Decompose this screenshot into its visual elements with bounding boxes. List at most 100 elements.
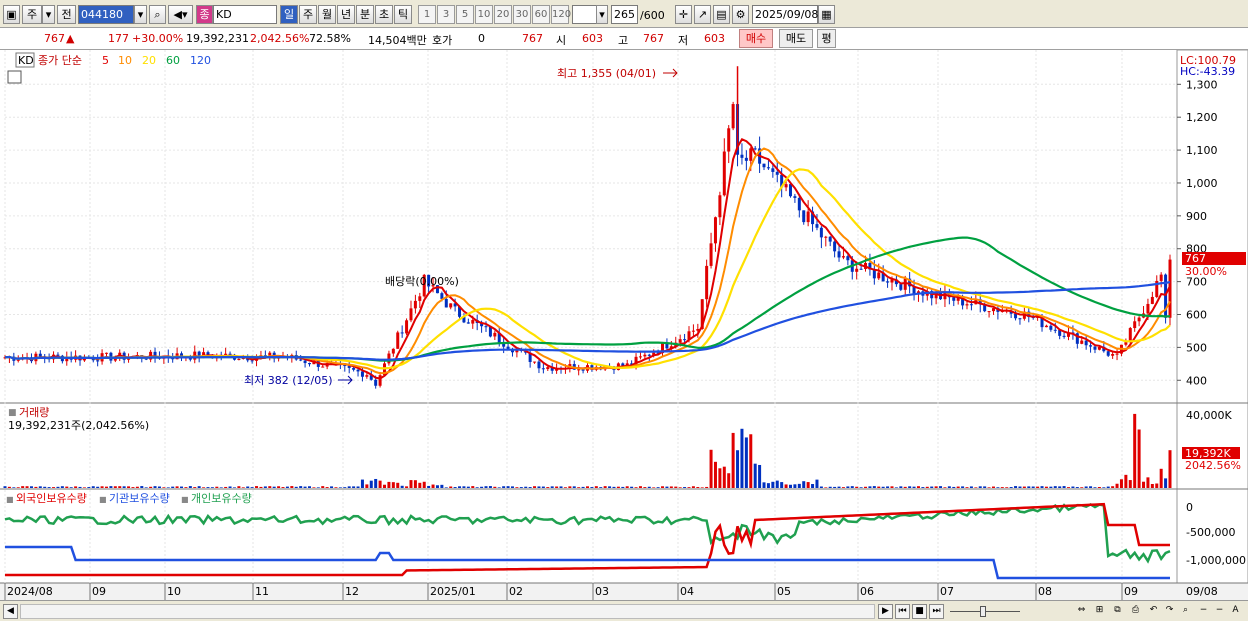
print-icon[interactable]: ⎙ — [1128, 604, 1143, 619]
interval-buttons: 1 3 5 10 20 30 60 120 — [418, 5, 571, 24]
stop-icon[interactable]: ■ — [912, 604, 927, 619]
chevron-down-icon[interactable]: ▾ — [42, 5, 55, 24]
stock-code-input[interactable]: 044180 — [78, 5, 134, 24]
volume-bar — [872, 486, 876, 488]
text-tool-icon[interactable]: A — [1228, 604, 1243, 619]
redo-icon[interactable]: ↷ — [1162, 604, 1177, 619]
code-dropdown-icon[interactable]: ▾ — [134, 5, 147, 24]
turnover-rate: 72.58% — [309, 32, 351, 45]
volume-bar — [378, 480, 382, 488]
interval-button-1[interactable]: 1 — [418, 5, 436, 24]
layout-icon[interactable]: ▣ — [3, 5, 20, 24]
change-amount: 177 — [108, 32, 129, 45]
volume-bar — [515, 487, 519, 488]
volume-bar — [21, 486, 25, 488]
zoom-in-icon[interactable]: − — [1212, 604, 1227, 619]
volume-bar — [431, 484, 435, 488]
stock-chart[interactable]: 1,3001,2001,1001,000900800700600500400KD… — [0, 50, 1248, 600]
scroll-left-icon[interactable]: ◀ — [3, 604, 18, 619]
period-tab-3[interactable]: 년 — [337, 5, 355, 24]
rewind-icon[interactable]: ⏮ — [895, 604, 910, 619]
zoom-out-icon[interactable]: − — [1196, 604, 1211, 619]
ruler-icon[interactable]: ⊞ — [1092, 604, 1107, 619]
volume-bar — [603, 486, 607, 488]
volume-bar — [577, 487, 581, 488]
volume-bar — [1159, 468, 1163, 488]
volume-bar — [484, 486, 488, 488]
volume-bar — [510, 486, 514, 488]
volume-bar — [312, 487, 316, 488]
eval-button[interactable]: 평 — [817, 29, 836, 48]
magnifier-icon[interactable]: ⌕ — [1178, 604, 1193, 619]
sell-button[interactable]: 매도 — [779, 29, 813, 48]
search-icon[interactable]: ⌕ — [149, 5, 166, 24]
volume-bar — [930, 486, 934, 488]
volume-bar — [1062, 486, 1066, 488]
candle-body — [846, 256, 850, 261]
volume-max-tick: 40,000K — [1186, 409, 1232, 422]
period-tab-6[interactable]: 틱 — [394, 5, 412, 24]
scroll-right-icon[interactable]: ▶ — [878, 604, 893, 619]
interval-button-30[interactable]: 30 — [513, 5, 531, 24]
period-tab-2[interactable]: 월 — [318, 5, 336, 24]
period-tab-1[interactable]: 주 — [299, 5, 317, 24]
hc-label: HC:-43.39 — [1180, 65, 1235, 78]
period-tab-5[interactable]: 초 — [375, 5, 393, 24]
candle-body — [1111, 354, 1115, 356]
x-tick-label: 04 — [680, 585, 694, 598]
period-tab-4[interactable]: 분 — [356, 5, 374, 24]
date-input[interactable]: 2025/09/08 — [752, 5, 818, 24]
hts-chart-window: ▣ 주 ▾ 전 044180 ▾ ⌕ ◀▾ 종 KD 일주월년분초틱 1 3 5 10… — [0, 0, 1248, 621]
volume-bar — [780, 482, 784, 488]
interval-button-10[interactable]: 10 — [475, 5, 493, 24]
volume-bar — [797, 483, 801, 488]
sound-icon[interactable]: ◀▾ — [168, 5, 193, 24]
scroll-track[interactable] — [20, 604, 875, 619]
interval-button-3[interactable]: 3 — [437, 5, 455, 24]
fit-icon[interactable]: ⇔ — [1074, 604, 1089, 619]
ma-period-10: 10 — [118, 54, 132, 67]
buy-button[interactable]: 매수 — [739, 29, 773, 48]
save-icon[interactable]: ▤ — [713, 5, 730, 24]
period-tab-0[interactable]: 일 — [280, 5, 298, 24]
candle-body — [749, 148, 753, 161]
calendar-icon[interactable]: ▦ — [818, 5, 835, 24]
low-label: 저 — [678, 34, 689, 47]
candle-body — [678, 339, 682, 343]
stock-name-field[interactable]: KD — [213, 5, 277, 24]
interval-button-60[interactable]: 60 — [532, 5, 550, 24]
candle-body — [903, 278, 907, 290]
candle-body — [1080, 340, 1084, 344]
crosshair-icon[interactable]: ✛ — [675, 5, 692, 24]
volume-bar — [347, 486, 351, 488]
volume-bar — [69, 487, 73, 488]
candle-body — [691, 330, 695, 332]
undo-icon[interactable]: ↶ — [1146, 604, 1161, 619]
volume-bar — [175, 486, 179, 488]
volume-bar — [471, 486, 475, 488]
drawing-tool-icon[interactable]: ↗ — [694, 5, 711, 24]
custom-interval-dropdown-icon[interactable]: ▾ — [596, 5, 608, 24]
volume-bar — [422, 481, 426, 488]
volume-bar — [916, 486, 920, 488]
interval-button-5[interactable]: 5 — [456, 5, 474, 24]
candle-body — [731, 104, 735, 129]
candle-body — [727, 128, 731, 152]
volume-bar — [334, 487, 338, 488]
interval-button-20[interactable]: 20 — [494, 5, 512, 24]
volume-bar — [1022, 486, 1026, 488]
candle-body — [537, 361, 541, 369]
candle-body — [740, 154, 744, 158]
candle-body — [413, 300, 417, 309]
chart-scrollbar[interactable]: ◀ ▶ ⏮ ■ ⏭ ⇔ ⊞ ⧉ ⎙ ↶ ↷ ⌕ − − A — [0, 600, 1248, 621]
count-input[interactable]: 265 — [611, 5, 638, 24]
forward-icon[interactable]: ⏭ — [929, 604, 944, 619]
volume-bar — [1119, 479, 1123, 488]
zoom-slider-thumb[interactable] — [980, 606, 986, 617]
interval-button-120[interactable]: 120 — [551, 5, 571, 24]
copy-icon[interactable]: ⧉ — [1110, 604, 1125, 619]
period-prefix-button[interactable]: 주 — [22, 5, 42, 24]
holding-legend-1: 기관보유수량 — [109, 492, 170, 505]
gear-icon[interactable]: ⚙ — [732, 5, 749, 24]
prev-button[interactable]: 전 — [57, 5, 76, 24]
